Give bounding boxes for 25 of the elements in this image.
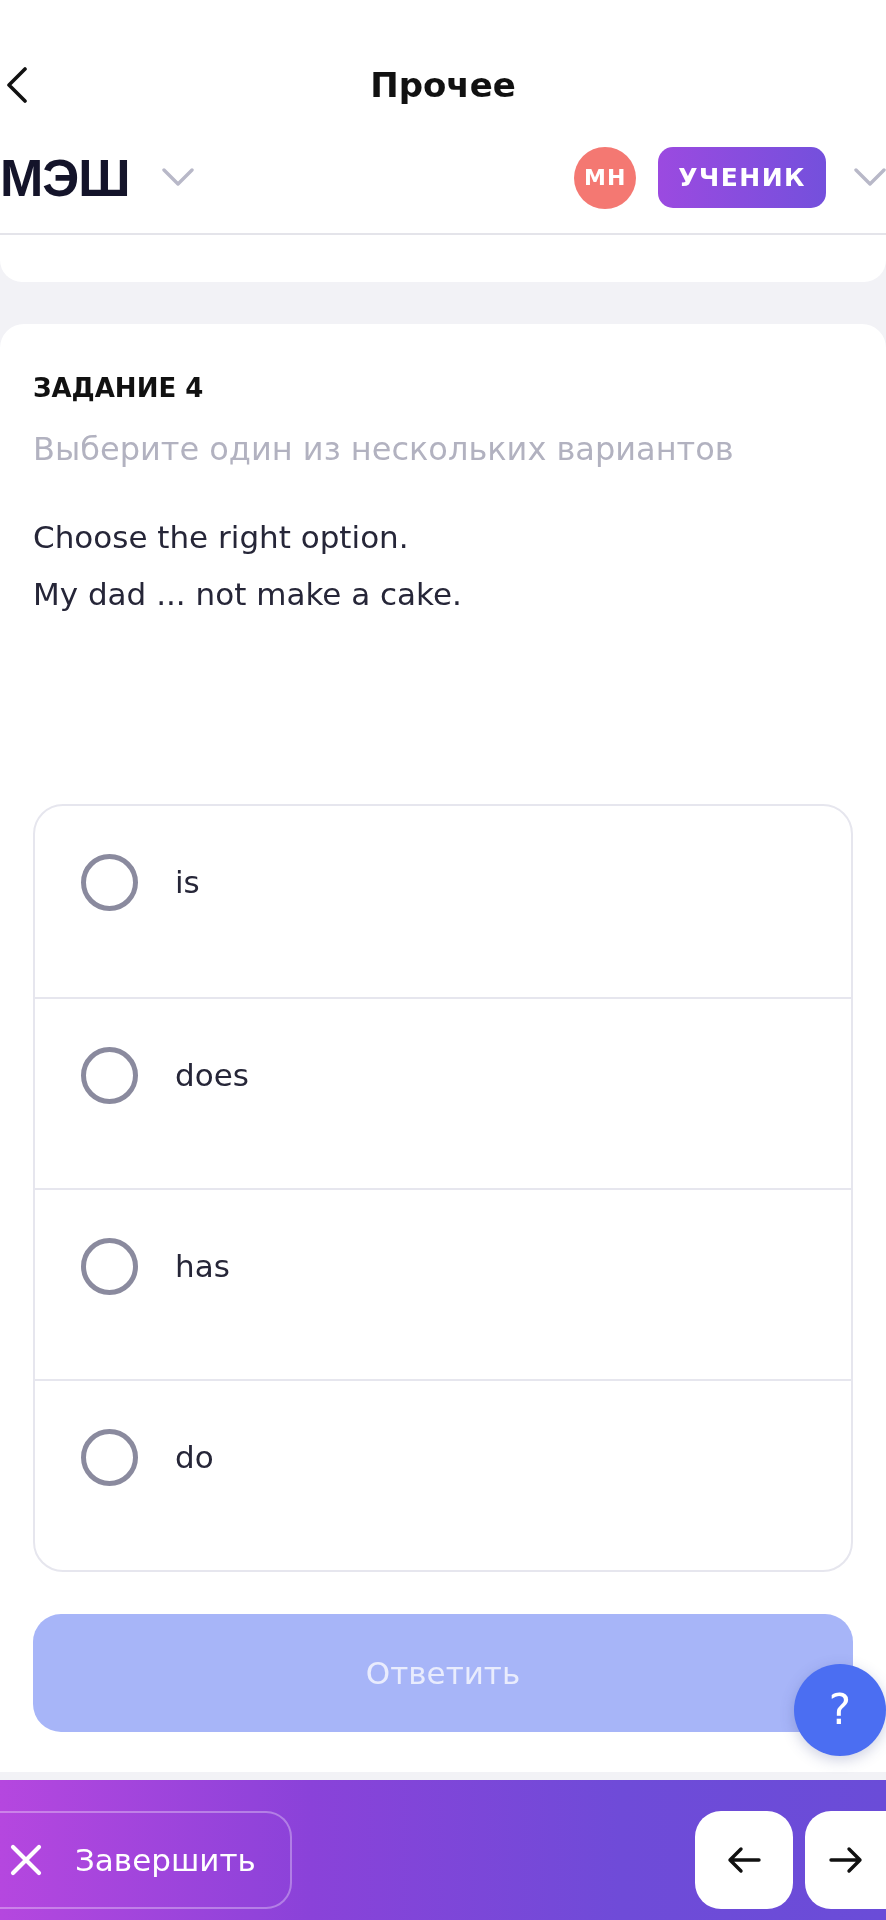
role-badge[interactable]: УЧЕНИК xyxy=(658,147,826,208)
finish-button[interactable]: Завершить xyxy=(0,1811,292,1909)
chevron-down-icon[interactable] xyxy=(161,168,194,187)
radio-button[interactable] xyxy=(81,854,138,911)
arrow-right-icon xyxy=(828,1846,863,1874)
back-icon[interactable] xyxy=(6,67,28,103)
page-title: Прочее xyxy=(370,65,516,105)
arrow-left-icon xyxy=(727,1846,761,1874)
chevron-down-icon[interactable] xyxy=(854,168,886,187)
user-avatar[interactable]: МН xyxy=(574,146,637,209)
option-label[interactable]: has xyxy=(175,1238,230,1295)
task-heading: ЗАДАНИЕ 4 xyxy=(33,372,205,404)
option-label[interactable]: is xyxy=(175,854,200,911)
option-label[interactable]: does xyxy=(175,1047,249,1104)
close-icon xyxy=(10,1844,42,1876)
question-text: Choose the right option. xyxy=(33,518,410,557)
logo-text: МЭШ xyxy=(0,151,130,204)
radio-button[interactable] xyxy=(81,1429,138,1486)
task-instruction: Выберите один из нескольких вариантов xyxy=(33,429,735,470)
previous-button[interactable] xyxy=(695,1811,793,1909)
next-button[interactable] xyxy=(805,1811,886,1909)
radio-button[interactable] xyxy=(81,1238,138,1295)
question-text: My dad ... not make a cake. xyxy=(33,575,463,614)
radio-button[interactable] xyxy=(81,1047,138,1104)
option-label[interactable]: do xyxy=(175,1429,214,1486)
